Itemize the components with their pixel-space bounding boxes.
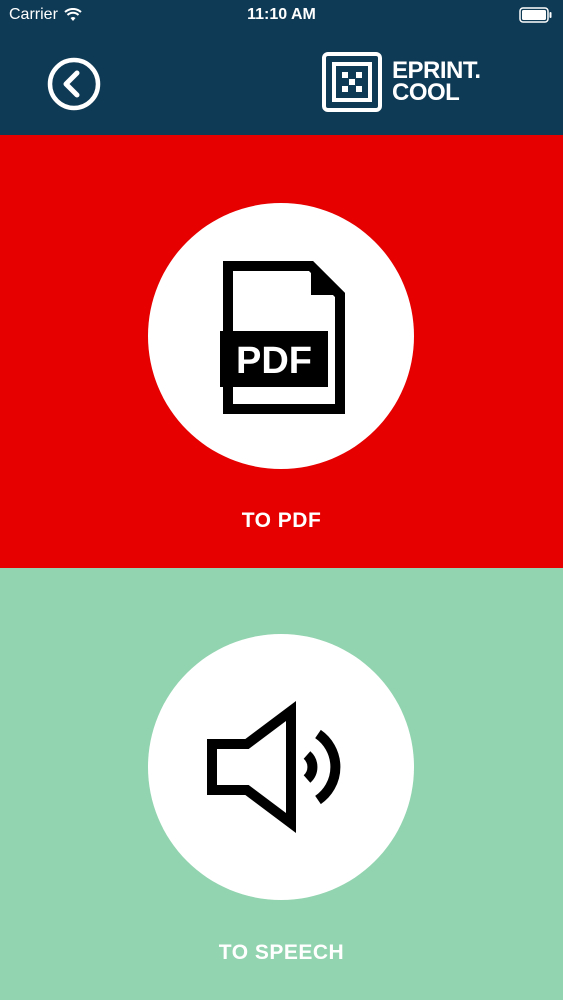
chevron-left-circle-icon [47, 57, 101, 111]
speaker-icon [207, 701, 341, 833]
qr-logo-icon [322, 52, 382, 112]
pdf-icon-circle: PDF [148, 203, 414, 469]
top-bar: Carrier 11:10 AM EPRINT. COOL [0, 0, 563, 135]
to-speech-label: TO SPEECH [218, 941, 345, 964]
battery-icon [519, 7, 552, 23]
screen: Carrier 11:10 AM EPRINT. COOL PDF TO PDF… [0, 0, 563, 1000]
speaker-icon-circle [148, 634, 414, 900]
to-speech-option[interactable]: TO SPEECH [0, 568, 563, 1000]
to-pdf-option[interactable]: PDF TO PDF [0, 135, 563, 568]
brand-name: EPRINT. COOL [392, 59, 481, 106]
pdf-file-icon: PDF [220, 261, 345, 414]
brand-line-2: COOL [392, 79, 460, 106]
status-bar: Carrier 11:10 AM [0, 0, 563, 30]
brand-logo: EPRINT. COOL [322, 52, 481, 112]
back-button[interactable] [44, 54, 104, 114]
to-pdf-label: TO PDF [241, 509, 322, 532]
pdf-icon-text: PDF [236, 340, 312, 382]
status-time: 11:10 AM [247, 6, 316, 23]
